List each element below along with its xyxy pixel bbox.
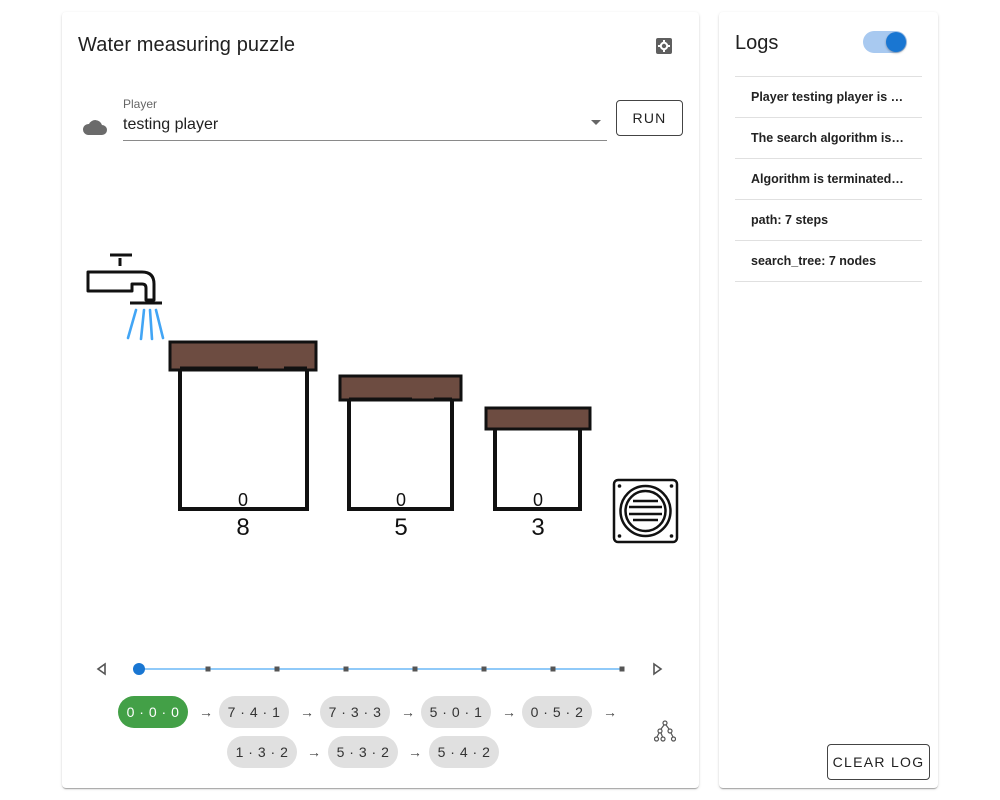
chevron-down-icon xyxy=(591,120,601,125)
timeline-tick[interactable] xyxy=(481,666,487,672)
log-item-text: Player testing player is initialized xyxy=(751,90,906,104)
timeline-tick[interactable] xyxy=(343,666,349,672)
path-state-chip[interactable]: 5 · 3 · 2 xyxy=(328,736,398,768)
path-arrow: → xyxy=(603,704,617,720)
drain-icon xyxy=(612,478,679,544)
clear-log-button[interactable]: CLEAR LOG xyxy=(827,744,930,780)
jug-5-capacity: 5 xyxy=(394,514,407,541)
log-item-text: path: 7 steps xyxy=(751,213,829,227)
jug-8-current: 0 xyxy=(238,490,248,510)
tree-icon xyxy=(653,720,677,742)
log-item-text: search_tree: 7 nodes xyxy=(751,254,877,268)
log-item[interactable]: The search algorithm is initialized xyxy=(735,118,922,159)
puzzle-card: Water measuring puzzle Player testing pl… xyxy=(62,12,699,788)
gear-icon xyxy=(656,38,672,54)
water-stream xyxy=(126,308,165,341)
search-tree-button[interactable] xyxy=(653,720,677,747)
path-state-chip[interactable]: 0 · 0 · 0 xyxy=(118,696,188,728)
jug-5-current: 0 xyxy=(396,490,406,510)
path-arrow: → xyxy=(502,704,516,720)
player-label: Player xyxy=(123,97,158,111)
logs-toggle[interactable] xyxy=(863,31,907,53)
timeline-tick[interactable] xyxy=(619,666,625,672)
step-forward-icon[interactable] xyxy=(653,662,663,676)
timeline-ticks xyxy=(205,666,625,672)
timeline-tick[interactable] xyxy=(205,666,211,672)
step-back-icon[interactable] xyxy=(96,662,106,676)
path-state-chip[interactable]: 1 · 3 · 2 xyxy=(227,736,297,768)
log-item[interactable]: Algorithm is terminated, solution found xyxy=(735,159,922,200)
logs-panel: Logs Player testing player is initialize… xyxy=(719,12,938,788)
logs-title: Logs xyxy=(735,32,779,54)
path-arrow: → xyxy=(300,704,314,720)
log-item[interactable]: path: 7 steps xyxy=(735,200,922,241)
page-title: Water measuring puzzle xyxy=(78,34,296,56)
jug-3-capacity: 3 xyxy=(531,514,544,541)
jug-3 xyxy=(484,406,592,511)
timeline xyxy=(96,662,663,676)
jug-3-current: 0 xyxy=(533,490,543,510)
path-state-chip[interactable]: 0 · 5 · 2 xyxy=(522,696,592,728)
log-list: Player testing player is initialized The… xyxy=(735,76,922,282)
timeline-thumb[interactable] xyxy=(133,663,145,675)
path-state-chip[interactable]: 5 · 0 · 1 xyxy=(421,696,491,728)
path-state-chip[interactable]: 7 · 3 · 3 xyxy=(320,696,390,728)
timeline-tick[interactable] xyxy=(274,666,280,672)
path-arrow: → xyxy=(307,744,321,760)
path-state-chip[interactable]: 7 · 4 · 1 xyxy=(219,696,289,728)
tap-icon xyxy=(86,253,162,305)
path-arrow: → xyxy=(199,704,213,720)
jug-8-capacity: 8 xyxy=(236,514,249,541)
path-arrow: → xyxy=(408,744,422,760)
timeline-tick[interactable] xyxy=(550,666,556,672)
settings-button[interactable] xyxy=(652,34,676,58)
player-value: testing player xyxy=(123,116,219,133)
path-state-chip[interactable]: 5 · 4 · 2 xyxy=(429,736,499,768)
timeline-tick[interactable] xyxy=(412,666,418,672)
cloud-icon xyxy=(82,120,107,135)
log-item[interactable]: search_tree: 7 nodes xyxy=(735,241,922,282)
toggle-knob xyxy=(886,32,906,52)
log-item-text: The search algorithm is initialized xyxy=(751,131,906,145)
log-item-text: Algorithm is terminated, solution found xyxy=(751,172,906,186)
player-select[interactable]: Player testing player xyxy=(123,95,607,141)
jug-5 xyxy=(338,374,463,511)
log-item[interactable]: Player testing player is initialized xyxy=(735,77,922,118)
run-button[interactable]: RUN xyxy=(616,100,683,136)
jug-8 xyxy=(168,340,318,511)
path-arrow: → xyxy=(401,704,415,720)
